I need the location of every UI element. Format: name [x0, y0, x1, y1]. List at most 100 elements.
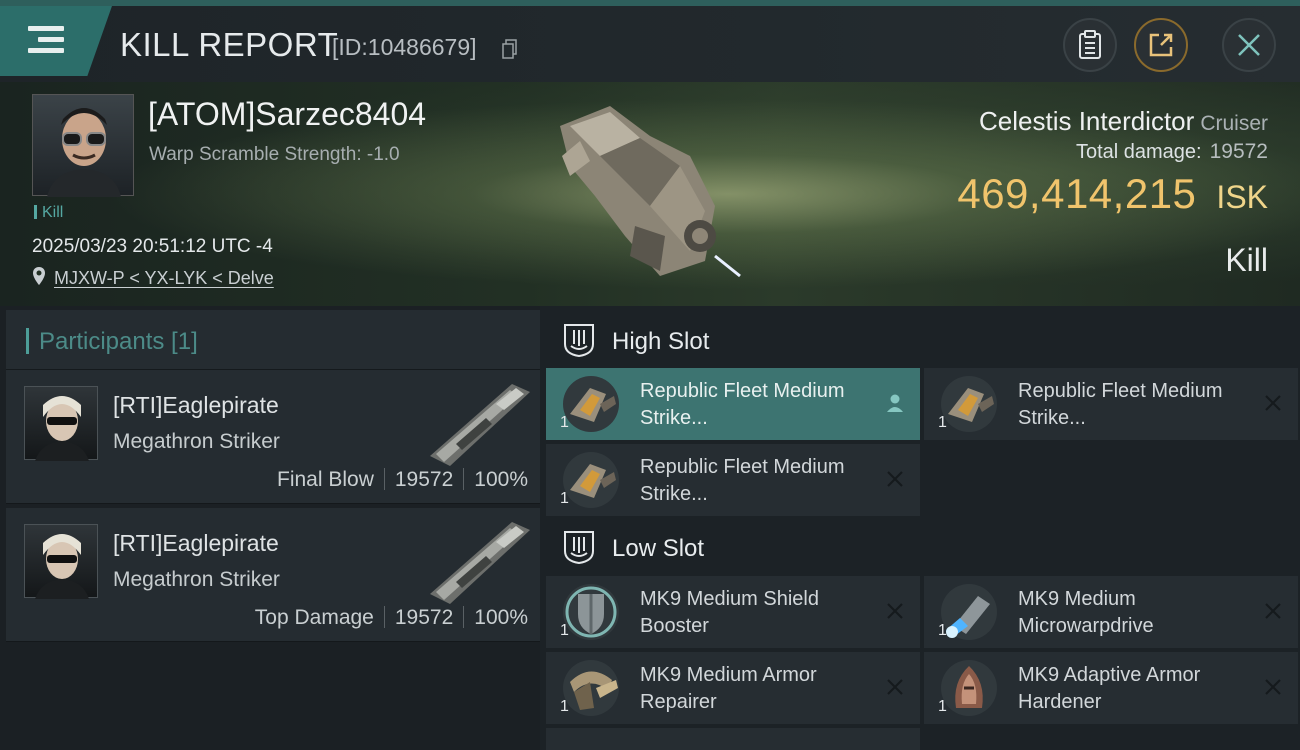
isk-value: 469,414,215 [957, 170, 1197, 217]
victim-ship-line: Celestis Interdictor Cruiser [979, 106, 1268, 137]
victim-ship-class: Cruiser [1200, 112, 1268, 135]
participants-panel: Participants [1] [RTI]Eaglepirate Megath… [0, 306, 540, 750]
kill-tag: Kill [34, 204, 63, 222]
item-name: Republic Fleet Medium Strike... [1018, 380, 1223, 429]
close-icon[interactable] [1262, 676, 1284, 698]
victim-portrait-image [47, 108, 121, 197]
kill-id: [ID:10486679] [332, 34, 477, 60]
strike-missile-launcher-icon [941, 376, 997, 432]
copy-icon[interactable] [502, 39, 518, 59]
participant-ship: Megathron Striker [113, 568, 280, 591]
participant-damage: 19572 [394, 468, 454, 491]
armor-repairer-icon [563, 660, 619, 716]
report-type: Kill [1225, 242, 1268, 278]
fitting-panel: High Slot 1 Republic Fleet Medium Strike… [540, 306, 1300, 750]
item-name: MK9 Medium Shield Booster [640, 588, 819, 637]
participants-title: Participants [1] [26, 328, 198, 356]
participant-avatar[interactable] [24, 524, 98, 599]
participant-damage: 19572 [394, 606, 454, 629]
close-icon[interactable] [1262, 392, 1284, 414]
victim-panel: [ATOM]Sarzec8404 Warp Scramble Strength:… [0, 82, 1300, 306]
strike-missile-launcher-icon [563, 452, 619, 508]
item-quantity: 1 [938, 414, 947, 431]
page-title: KILL REPORT [120, 26, 339, 63]
share-button[interactable] [1134, 18, 1188, 72]
participant-ship: Megathron Striker [113, 430, 280, 453]
kill-location-link[interactable]: MJXW-P < YX-LYK < Delve [54, 268, 274, 289]
total-damage-line: Total damage: 19572 [1076, 140, 1268, 164]
item-quantity: 1 [560, 490, 569, 507]
menu-button[interactable] [0, 6, 112, 76]
fitting-item[interactable]: 1 Republic Fleet Medium Strike... [546, 368, 920, 440]
armor-hardener-icon [941, 660, 997, 716]
close-icon[interactable] [1262, 600, 1284, 622]
item-name: MK9 Adaptive Armor Hardener [1018, 664, 1201, 713]
fitting-item[interactable]: 1 Republic Fleet Medium Strike... [924, 368, 1298, 440]
shield-booster-icon [563, 584, 619, 640]
participant-stats: Top Damage 19572 100% [255, 606, 528, 630]
warp-scramble-strength: Warp Scramble Strength: -1.0 [149, 144, 400, 165]
victim-ship-image [560, 106, 741, 278]
clipboard-button[interactable] [1063, 18, 1117, 72]
victim-name[interactable]: [ATOM]Sarzec8404 [148, 96, 426, 133]
item-name: MK9 Medium Armor Repairer [640, 664, 817, 713]
participant-percent: 100% [474, 606, 528, 629]
participant-percent: 100% [474, 468, 528, 491]
victim-ship-name[interactable]: Celestis Interdictor [979, 106, 1194, 136]
low-slot-title: Low Slot [612, 535, 705, 562]
participant-ship-image [430, 522, 530, 604]
participant-role: Final Blow [277, 468, 374, 491]
victim-avatar[interactable] [32, 94, 134, 197]
close-icon[interactable] [884, 600, 906, 622]
participant-name[interactable]: [RTI]Eaglepirate [113, 530, 279, 557]
participant-card[interactable]: [RTI]Eaglepirate Megathron Striker Final… [6, 370, 540, 504]
high-slot-icon [564, 324, 594, 358]
close-button[interactable] [1222, 18, 1276, 72]
close-icon[interactable] [884, 676, 906, 698]
fitting-item[interactable]: 1 MK9 Medium Shield Booster [546, 576, 920, 648]
item-name: Republic Fleet Medium Strike... [640, 456, 845, 505]
stat-divider [463, 606, 465, 628]
participant-portrait-image [35, 396, 89, 461]
participant-name[interactable]: [RTI]Eaglepirate [113, 392, 279, 419]
strike-missile-launcher-icon [563, 376, 619, 432]
participant-avatar[interactable] [24, 386, 98, 461]
isk-unit: ISK [1216, 179, 1268, 215]
participants-header: Participants [1] [6, 310, 540, 370]
participant-portrait-image [35, 534, 89, 599]
close-icon [1238, 34, 1260, 56]
participant-stats: Final Blow 19572 100% [277, 468, 528, 492]
isk-value-line: 469,414,215 ISK [957, 170, 1268, 218]
menu-icon [28, 26, 64, 56]
microwarpdrive-icon [941, 584, 997, 640]
fitting-item[interactable]: 1 MK9 Medium Microwarpdrive [924, 576, 1298, 648]
item-quantity: 1 [560, 622, 569, 639]
fitting-item[interactable]: 1 MK9 Adaptive Armor Hardener [924, 652, 1298, 724]
share-icon [1149, 33, 1173, 57]
item-quantity: 1 [938, 622, 947, 639]
item-quantity: 1 [938, 698, 947, 715]
header-bar: KILL REPORT [ID:10486679] [0, 6, 1300, 82]
total-damage-label: Total damage: [1075, 141, 1202, 163]
stat-divider [383, 606, 385, 628]
item-name: Republic Fleet Medium Strike... [640, 380, 845, 429]
fitting-item[interactable]: 1 MK9 Medium Armor Repairer [546, 652, 920, 724]
item-quantity: 1 [560, 414, 569, 431]
clipboard-icon [1079, 30, 1101, 59]
total-damage-value: 19572 [1209, 140, 1268, 163]
person-icon[interactable] [884, 392, 906, 414]
kill-datetime: 2025/03/23 20:51:12 UTC -4 [32, 236, 273, 257]
stat-divider [463, 468, 465, 490]
fitting-item-partial[interactable] [546, 728, 920, 750]
fitting-item[interactable]: 1 Republic Fleet Medium Strike... [546, 444, 920, 516]
participant-role: Top Damage [254, 606, 374, 629]
location-pin-icon [33, 267, 45, 285]
participant-card[interactable]: [RTI]Eaglepirate Megathron Striker Top D… [6, 508, 540, 642]
low-slot-icon [564, 531, 594, 565]
stat-divider [383, 468, 385, 490]
close-icon[interactable] [884, 468, 906, 490]
participant-ship-image [430, 384, 530, 466]
item-name: MK9 Medium Microwarpdrive [1018, 588, 1154, 637]
high-slot-title: High Slot [612, 328, 710, 355]
item-quantity: 1 [560, 698, 569, 715]
